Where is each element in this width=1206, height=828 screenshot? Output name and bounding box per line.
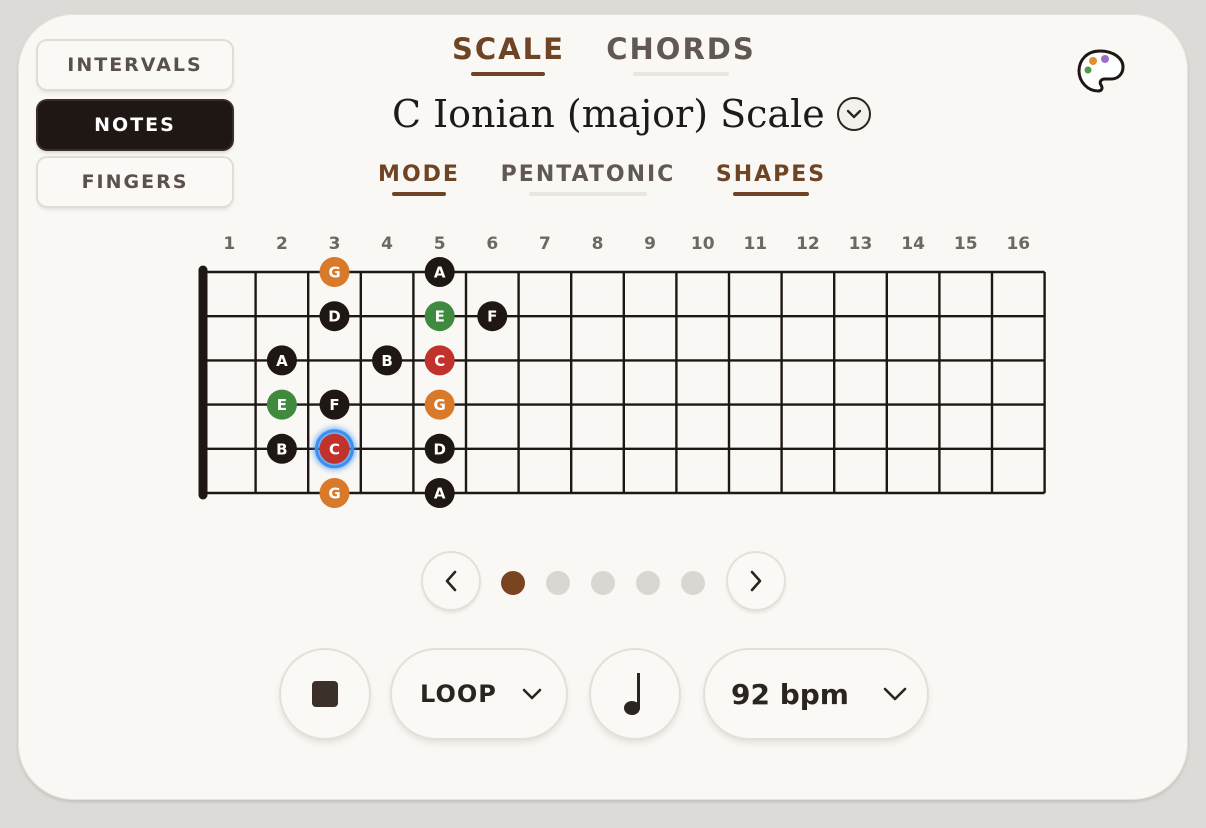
tab-shapes-underline <box>733 192 809 196</box>
next-page-button[interactable] <box>728 553 784 609</box>
note-label: D <box>328 308 340 326</box>
note-label: F <box>329 396 339 414</box>
loop-label: LOOP <box>420 680 497 708</box>
prev-page-button[interactable] <box>423 553 479 609</box>
fret-number: 5 <box>434 234 446 254</box>
tab-mode[interactable]: MODE <box>374 162 464 196</box>
page-dot[interactable] <box>681 571 705 595</box>
tab-chords[interactable]: CHORDS <box>606 32 756 76</box>
tab-shapes-label: SHAPES <box>715 162 827 187</box>
palette-icon[interactable] <box>1076 48 1126 98</box>
tab-scale[interactable]: SCALE <box>452 32 565 76</box>
tab-chords-underline <box>633 72 729 76</box>
quarter-note-icon <box>624 673 640 715</box>
fret-number: 3 <box>329 234 341 254</box>
note-label: G <box>434 396 446 414</box>
fret-number: 2 <box>276 234 288 254</box>
scale-title-row: C Ionian (major) Scale <box>392 92 871 136</box>
tab-pentatonic[interactable]: PENTATONIC <box>496 162 680 196</box>
note-label: C <box>329 440 340 458</box>
note-label: A <box>276 352 288 370</box>
stop-icon <box>312 681 338 707</box>
fret-number: 13 <box>849 234 873 254</box>
page-dot[interactable] <box>591 571 615 595</box>
note-label: G <box>328 485 340 503</box>
fingers-button-label: FINGERS <box>81 171 189 193</box>
fret-number: 10 <box>691 234 715 254</box>
intervals-button-label: INTERVALS <box>67 54 203 76</box>
notes-button-label: NOTES <box>94 114 176 136</box>
note-label: F <box>487 308 497 326</box>
tab-mode-underline <box>392 192 446 196</box>
tab-shapes[interactable]: SHAPES <box>710 162 832 196</box>
tab-pentatonic-label: PENTATONIC <box>500 162 676 187</box>
fret-number: 12 <box>796 234 820 254</box>
note-label: B <box>381 352 392 370</box>
fret-number: 4 <box>381 234 393 254</box>
fretboard: 1 2 3 4 5 6 7 8 9 10 11 12 13 14 15 16G AD E FA B CE F GB C DG A <box>198 234 1046 508</box>
tab-chords-label: CHORDS <box>606 32 756 66</box>
tempo-dropdown[interactable]: 92 bpm <box>705 650 927 738</box>
page-dot[interactable] <box>546 571 570 595</box>
fret-number: 6 <box>486 234 498 254</box>
note-label: E <box>277 396 287 414</box>
scale-dropdown-button[interactable] <box>836 97 871 131</box>
fret-number: 8 <box>592 234 604 254</box>
tab-scale-underline <box>471 72 545 76</box>
tempo-label: 92 bpm <box>731 677 849 711</box>
fret-number: 15 <box>954 234 978 254</box>
fret-number: 9 <box>644 234 656 254</box>
fingers-button[interactable]: FINGERS <box>38 158 232 206</box>
page-dot[interactable] <box>501 571 525 595</box>
chevron-down-icon <box>883 687 907 701</box>
tab-mode-label: MODE <box>378 162 460 187</box>
chevron-right-icon <box>750 570 762 592</box>
fret-number: 14 <box>901 234 925 254</box>
page-dot[interactable] <box>636 571 660 595</box>
note-label: E <box>435 308 445 326</box>
note-label: B <box>276 440 287 458</box>
note-label: A <box>434 485 446 503</box>
note-label: A <box>434 264 446 282</box>
stop-button[interactable] <box>281 650 369 738</box>
note-label: C <box>434 352 445 370</box>
chevron-left-icon <box>445 570 457 592</box>
scale-title: C Ionian (major) Scale <box>392 92 825 136</box>
fret-number: 16 <box>1006 234 1030 254</box>
loop-dropdown[interactable]: LOOP <box>392 650 566 738</box>
chevron-down-icon <box>846 109 861 119</box>
tab-pentatonic-underline <box>529 192 647 196</box>
fret-number: 7 <box>539 234 551 254</box>
fret-number: 1 <box>223 234 235 254</box>
note-label: G <box>328 264 340 282</box>
note-label: D <box>433 440 445 458</box>
tab-scale-label: SCALE <box>452 32 565 66</box>
fret-number: 11 <box>743 234 767 254</box>
intervals-button[interactable]: INTERVALS <box>38 41 232 89</box>
metronome-button[interactable] <box>591 650 679 738</box>
notes-button[interactable]: NOTES <box>38 101 232 149</box>
chevron-down-icon <box>522 688 542 700</box>
